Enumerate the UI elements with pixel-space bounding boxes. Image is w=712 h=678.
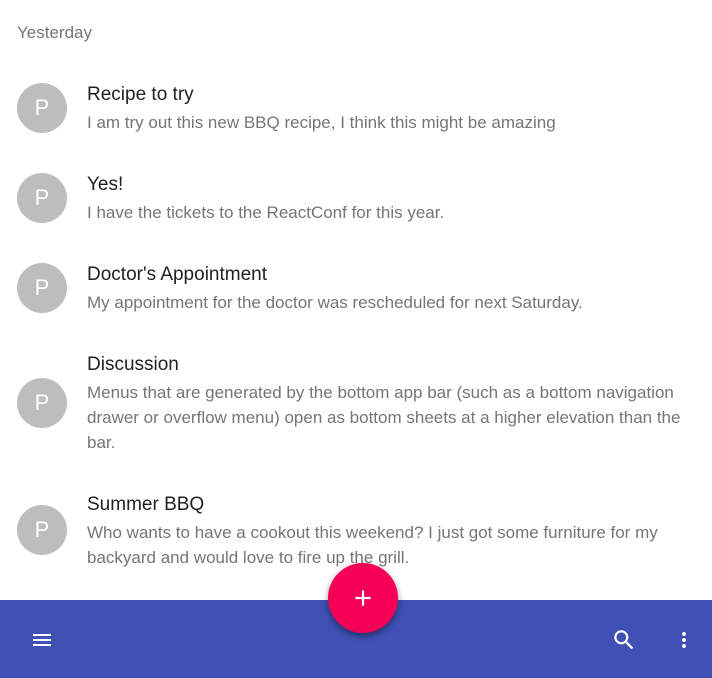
avatar: P	[17, 83, 67, 133]
avatar: P	[17, 173, 67, 223]
list-item[interactable]: P Recipe to try I am try out this new BB…	[0, 82, 712, 152]
list-item[interactable]: P Discussion Menus that are generated by…	[0, 352, 712, 462]
list-item-text: I have the tickets to the ReactConf for …	[87, 203, 445, 222]
list-item-title: Yes!	[87, 174, 124, 195]
list-item-title: Doctor's Appointment	[87, 264, 267, 285]
avatar: P	[17, 505, 67, 555]
list-item-text: Menus that are generated by the bottom a…	[87, 383, 681, 452]
list-item-text: My appointment for the doctor was resche…	[87, 293, 583, 312]
add-icon	[355, 590, 371, 606]
list-item[interactable]: P Doctor's Appointment My appointment fo…	[0, 262, 712, 332]
add-fab-button[interactable]	[328, 563, 398, 633]
avatar: P	[17, 378, 67, 428]
more-options-button[interactable]	[660, 616, 708, 664]
menu-button[interactable]	[18, 616, 66, 664]
search-icon	[614, 630, 634, 650]
list-subheader: Yesterday	[17, 23, 92, 42]
search-button[interactable]	[600, 616, 648, 664]
list-item-title: Recipe to try	[87, 84, 194, 105]
list-item-title: Summer BBQ	[87, 494, 205, 515]
list-item-text: Who wants to have a cookout this weekend…	[87, 523, 658, 567]
menu-icon	[33, 634, 51, 646]
list-item-text: I am try out this new BBQ recipe, I thin…	[87, 113, 556, 132]
list-item[interactable]: P Yes! I have the tickets to the ReactCo…	[0, 172, 712, 242]
avatar: P	[17, 263, 67, 313]
list-item-title: Discussion	[87, 354, 179, 375]
more-vert-icon	[682, 632, 686, 648]
page: Yesterday P Recipe to try I am try out t…	[0, 0, 712, 678]
